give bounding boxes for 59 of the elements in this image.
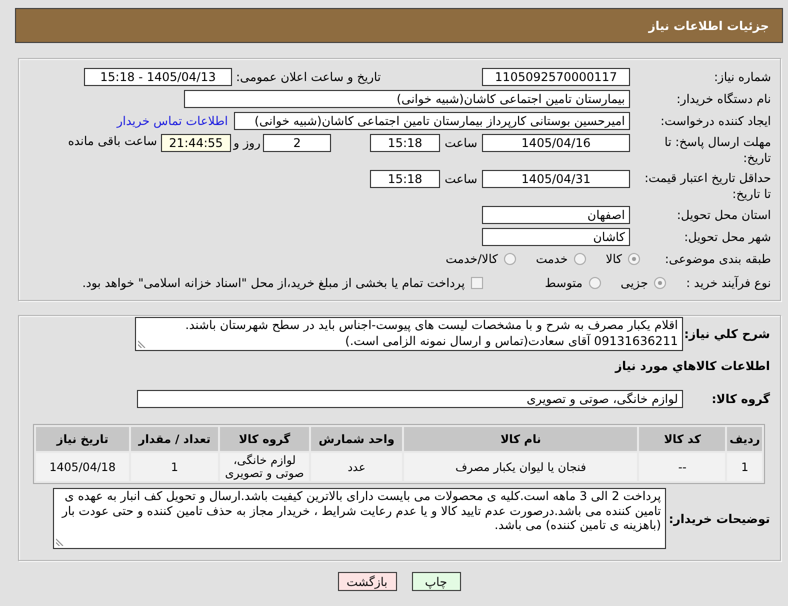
table-cell: عدد (311, 453, 402, 481)
announcement-date-field[interactable]: 1405/04/13 - 15:18 (84, 68, 232, 86)
goods-group-field[interactable]: لوازم خانگی، صوتی و تصویری (137, 390, 683, 408)
resize-grip-icon[interactable] (138, 340, 146, 348)
field-label: نام دستگاه خریدار: (676, 91, 771, 107)
buyer-notes-field[interactable]: پرداخت 2 الی 3 ماهه است.کلیه ی محصولات می بایست دارای بالاترین کیفیت باشد.ارسال و تحویل کف انبار به عهده ی تامین کننده می باشد.درصورت عدم تایید کالا و یا عدم رعایت شرایط ، خریدار مجاز به حذف تامین کننده و حتی عودت بار (باهزینه ی تامین کننده) می باشد. (53, 488, 666, 549)
table-header-cell: ردیف (727, 427, 762, 451)
table-header-cell: کد کالا (639, 427, 726, 451)
section-heading: اطلاعات کالاهاي مورد نیاز (614, 358, 770, 374)
table-cell: 1 (131, 453, 218, 481)
remaining-time-field[interactable]: 21:44:55 (161, 134, 231, 152)
radio-label: جزیی (620, 276, 648, 290)
field-label: تاریخ و ساعت اعلان عمومی: (235, 70, 382, 84)
radio-label: خدمت (536, 252, 568, 266)
field-label: شرح کلي نیاز: (683, 326, 770, 342)
radio-label: کالا/خدمت (446, 252, 498, 266)
field-label: حداقل تاریخ اعتبار قیمت: تا تاریخ: (643, 170, 771, 202)
page-title: جزئیات اطلاعات نیاز (648, 18, 769, 32)
table-header-cell: تعداد / مقدار (131, 427, 218, 451)
table-header-cell: نام کالا (404, 427, 638, 451)
field-label: شهر محل تحویل: (683, 229, 771, 245)
checkbox-label: پرداخت تمام یا بخشی از مبلغ خرید،از محل "اسناد خزانه اسلامی" خواهد بود. (82, 276, 465, 290)
table-header-cell: گروه کالا (220, 427, 310, 451)
description-field[interactable]: اقلام یکبار مصرف به شرح و با مشخصات لیست های پیوست-اجناس باید در سطح شهرستان باشند. 09131636211 آقای سعادت(تماس و ارسال نمونه الزامی است.) (135, 317, 683, 351)
table-header-cell: واحد شمارش (311, 427, 402, 451)
table-cell: -- (639, 453, 726, 481)
deadline-date-field[interactable]: 1405/04/16 (482, 134, 630, 152)
table-header-cell: تاریخ نیاز (36, 427, 130, 451)
need-number-field[interactable]: 1105092570000117 (482, 68, 630, 86)
field-label: مهلت ارسال پاسخ: تا تاریخ: (663, 134, 771, 166)
days-field[interactable]: 2 (263, 134, 331, 152)
field-label: ایجاد کننده درخواست: (659, 113, 771, 129)
remaining-label: ساعت باقی مانده (68, 134, 157, 148)
buyer-organization-field[interactable]: بیمارستان تامین اجتماعی کاشان(شبیه خوانی) (184, 90, 630, 108)
province-field[interactable]: اصفهان (482, 206, 630, 224)
resize-grip-icon[interactable] (56, 538, 64, 546)
requester-field[interactable]: امیرحسین بوستانی کارپرداز بیمارستان تامین اجتماعی کاشان(شبیه خوانی) (234, 112, 630, 130)
table-cell: 1405/04/18 (36, 453, 130, 481)
radio-label: متوسط (544, 276, 583, 290)
print-button[interactable]: چاپ (412, 572, 460, 591)
radio-label: کالا (606, 252, 622, 266)
days-label: روز و (232, 135, 262, 152)
time-label: ساعت (444, 135, 478, 152)
city-field[interactable]: کاشان (482, 228, 630, 246)
buyer-contact-link[interactable]: اطلاعات تماس خریدار (116, 114, 228, 128)
deadline-time-field[interactable]: 15:18 (370, 134, 440, 152)
time-label: ساعت (444, 171, 478, 188)
table-cell: فنجان یا لیوان یکبار مصرف (404, 453, 638, 481)
field-label: توضیحات خریدار: (668, 510, 770, 526)
field-label: طبقه بندی موضوعی: (664, 251, 771, 267)
field-label: نوع فرآیند خرید : (685, 275, 771, 291)
back-button[interactable]: بازگشت (338, 572, 396, 591)
field-label: شماره نیاز: (713, 69, 771, 85)
price-validity-time-field[interactable]: 15:18 (370, 170, 440, 188)
field-label: استان محل تحویل: (676, 207, 771, 223)
table-cell: 1 (727, 453, 762, 481)
field-label: گروه کالا: (710, 391, 770, 407)
table-cell: لوازم خانگی، صوتی و تصویری (220, 453, 310, 481)
price-validity-date-field[interactable]: 1405/04/31 (482, 170, 630, 188)
